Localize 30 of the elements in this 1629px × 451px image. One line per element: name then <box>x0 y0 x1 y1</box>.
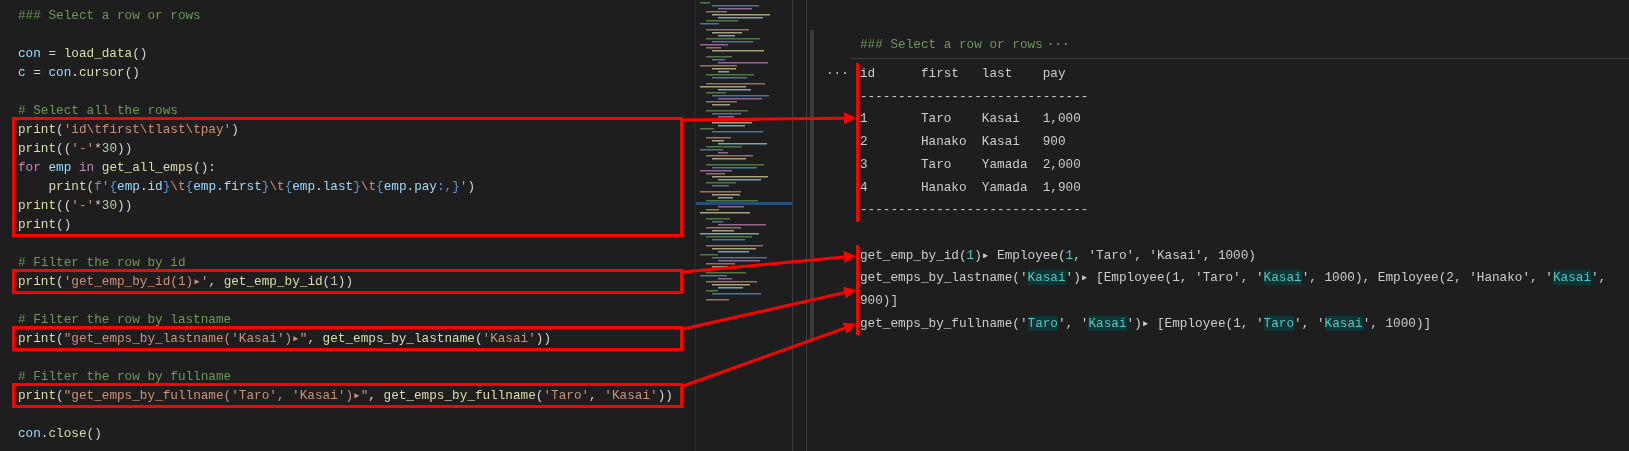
scrollbar[interactable] <box>792 0 814 451</box>
code-line: print() <box>17 216 73 234</box>
output-line: 2 Hanako Kasai 900 <box>860 133 1067 152</box>
output-line: get_emp_by_id(1)▸ Employee(1, 'Taro', 'Kasai', 1000) <box>860 246 1257 265</box>
output-line: get_emps_by_fullname('Taro', 'Kasai')▸ [Employee(1, 'Taro', 'Kasai', 1000)] <box>860 314 1433 333</box>
code-line: print(('-'*30)) <box>17 140 134 158</box>
output-line: 4 Hanako Yamada 1,900 <box>860 178 1082 197</box>
code-line: print("get_emps_by_fullname('Taro', 'Kasai')▸", get_emps_by_fullname('Taro', 'Kasai')) <box>17 387 674 405</box>
output-line: 1 Taro Kasai 1,000 <box>860 110 1082 129</box>
code-line: # Filter the row by fullname <box>17 368 233 386</box>
code-line: con.close() <box>17 425 103 443</box>
code-line: print(f'{emp.id}\t{emp.first}\t{emp.last}\t{emp.pay:,}') <box>47 178 477 196</box>
code-line: print("get_emps_by_lastname('Kasai')▸", get_emps_by_lastname('Kasai')) <box>17 330 553 348</box>
ellipsis-text: ··· <box>1046 36 1070 54</box>
code-line: print('id\tfirst\tlast\tpay') <box>17 121 240 139</box>
code-line: for emp in get_all_emps(): <box>17 159 217 177</box>
code-line: c = con.cursor() <box>17 64 141 82</box>
code-line: # Filter the row by id <box>17 254 187 272</box>
code-line: print(('-'*30)) <box>17 197 134 215</box>
output-line: 3 Taro Yamada 2,000 <box>860 155 1082 174</box>
output-line: id first last pay <box>860 65 1067 83</box>
code-line: # Filter the row by lastname <box>17 311 233 329</box>
code-line: # Select all the rows <box>17 102 179 120</box>
code-line: con = load_data() <box>17 45 149 63</box>
cell-menu[interactable]: ··· <box>826 63 849 85</box>
code-line: print('get_emp_by_id(1)▸', get_emp_by_id(1)) <box>17 273 355 291</box>
code-line: ### Select a row or rows <box>17 7 202 25</box>
output-line: ------------------------------ <box>860 201 1090 220</box>
cell-heading: ### Select a row or rows <box>860 36 1043 54</box>
output-line: ------------------------------ <box>860 87 1090 106</box>
